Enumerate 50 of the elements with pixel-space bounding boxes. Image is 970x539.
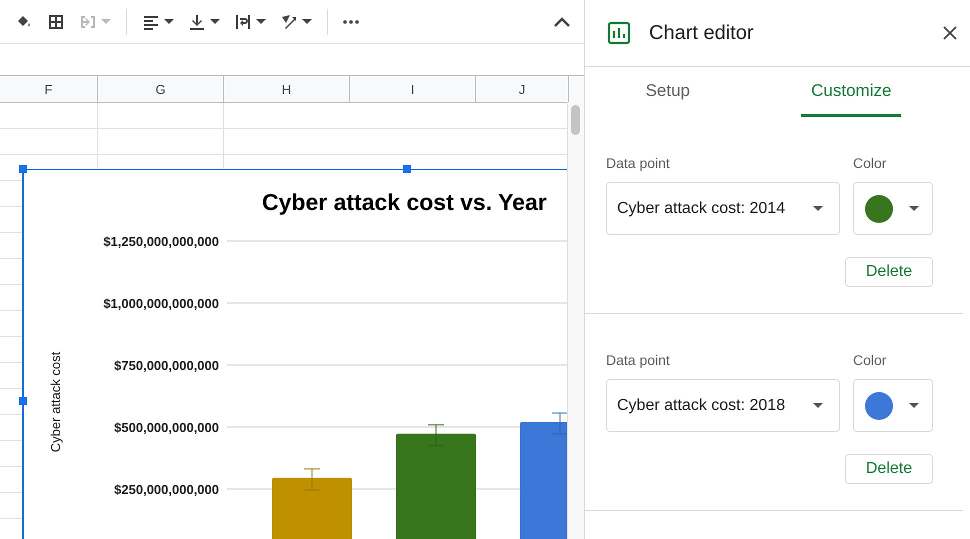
color-picker-button[interactable] <box>853 379 933 432</box>
caret-icon <box>164 19 174 24</box>
align-bottom-icon <box>188 12 206 30</box>
data-point-dropdown[interactable]: Cyber attack cost: 2018 <box>606 379 840 432</box>
caret-icon <box>813 206 823 211</box>
caret-icon <box>909 403 919 408</box>
axis-label: $750,000,000,000 <box>114 358 219 373</box>
chevron-up-icon[interactable] <box>554 16 570 26</box>
field-label: Color <box>853 155 886 171</box>
caret-icon <box>909 206 919 211</box>
axis-label: $500,000,000,000 <box>114 420 219 435</box>
field-label: Data point <box>606 155 671 171</box>
tab[interactable]: Customize <box>801 67 902 117</box>
caret-icon <box>813 403 823 408</box>
more-icon <box>343 20 359 24</box>
axis-label: $1,250,000,000,000 <box>103 234 219 249</box>
color-picker-button[interactable] <box>853 182 933 235</box>
text-wrap-icon <box>234 12 252 30</box>
panel-title: Chart editor <box>649 22 754 44</box>
field-label: Color <box>853 352 886 368</box>
error-bar <box>304 468 320 491</box>
resize-handle[interactable] <box>19 165 27 173</box>
axis-title: Cyber attack cost <box>48 352 63 452</box>
caret-icon <box>256 19 266 24</box>
resize-handle[interactable] <box>19 397 27 405</box>
column-header[interactable]: I <box>350 76 476 102</box>
caret-icon <box>101 19 111 24</box>
close-icon[interactable] <box>942 25 958 41</box>
error-bar <box>428 424 444 446</box>
bar[interactable] <box>520 422 570 539</box>
borders-icon <box>47 12 65 30</box>
axis-label: $1,000,000,000,000 <box>103 296 219 311</box>
tab[interactable]: Setup <box>636 67 700 117</box>
column-header[interactable]: F <box>0 76 98 102</box>
resize-handle[interactable] <box>403 165 411 173</box>
axis-label: $250,000,000,000 <box>114 482 219 497</box>
field-label: Data point <box>606 352 671 368</box>
column-header[interactable]: H <box>224 76 350 102</box>
text-rotate-icon <box>280 12 298 30</box>
error-bar <box>552 412 568 435</box>
data-point-dropdown[interactable]: Cyber attack cost: 2014 <box>606 182 840 235</box>
caret-icon <box>302 19 312 24</box>
chart-icon <box>607 21 631 45</box>
column-header[interactable]: J <box>476 76 569 102</box>
column-header[interactable]: G <box>98 76 224 102</box>
caret-icon <box>210 19 220 24</box>
delete-button[interactable]: Delete <box>845 454 933 484</box>
scrollbar-thumb[interactable] <box>571 105 580 135</box>
delete-button[interactable]: Delete <box>845 257 933 287</box>
chart-title: Cyber attack cost vs. Year <box>262 189 547 215</box>
